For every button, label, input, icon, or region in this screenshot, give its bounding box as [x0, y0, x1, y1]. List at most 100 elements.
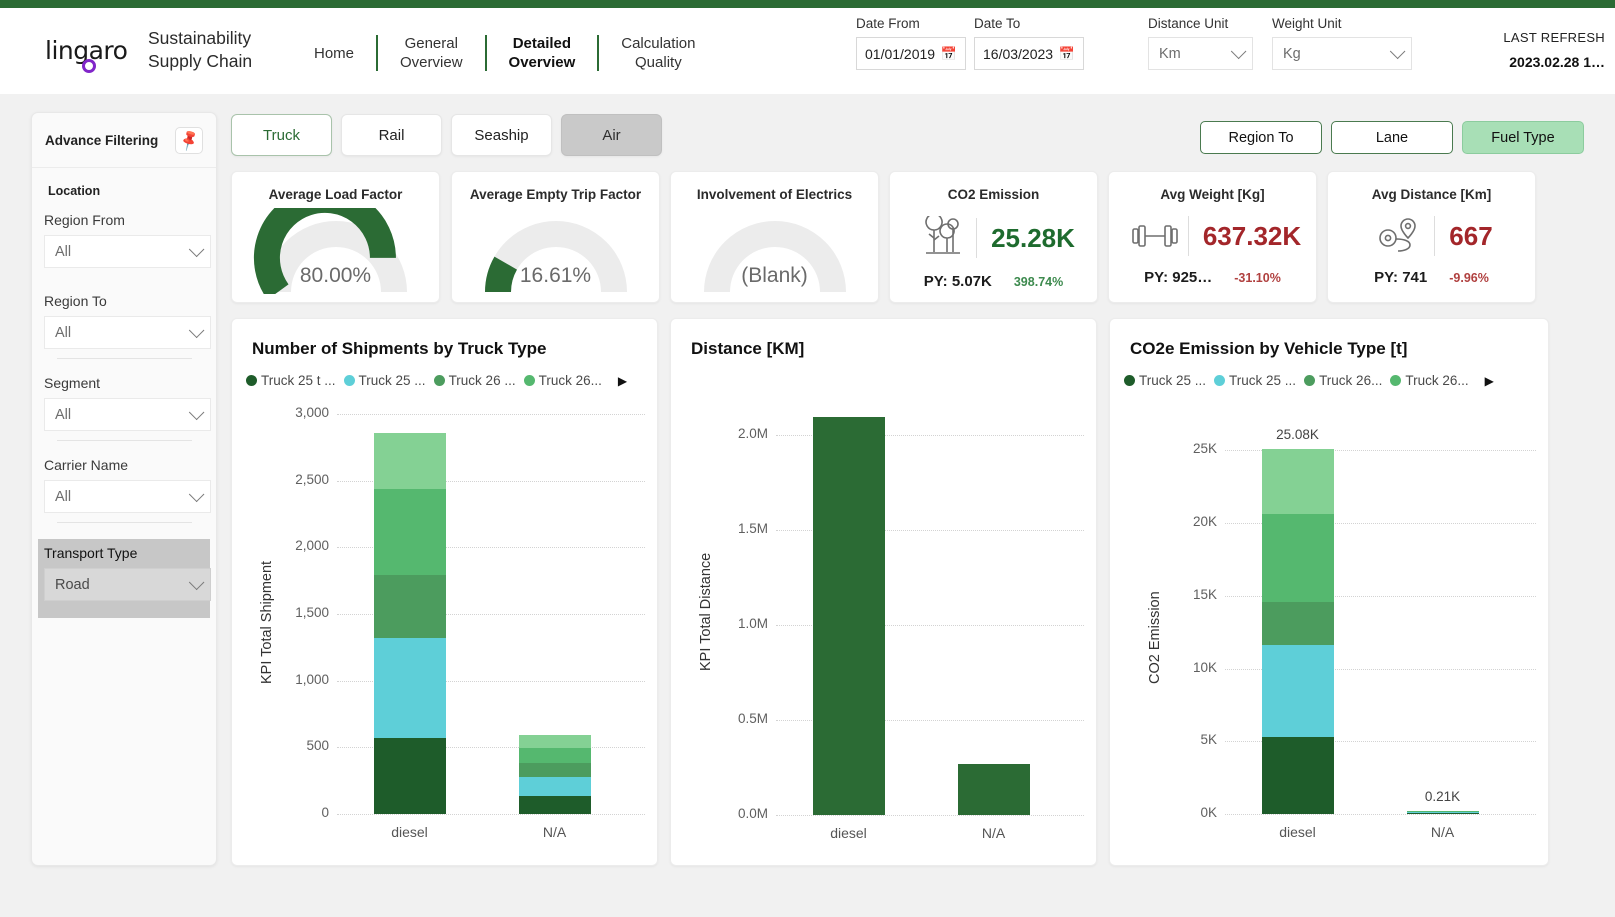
route-pin-icon: [1370, 216, 1432, 256]
x-axis-tick: diesel: [799, 825, 899, 841]
y-axis-tick: 10K: [1163, 660, 1217, 675]
calendar-icon[interactable]: 📅: [1059, 46, 1075, 62]
nav-item-home[interactable]: Home: [300, 44, 368, 63]
bar-n-a[interactable]: [1407, 811, 1479, 814]
bar-segment[interactable]: [1262, 514, 1334, 601]
plot-area: KPI Total Distance0.0M0.5M1.0M1.5M2.0Mdi…: [671, 319, 1096, 865]
bar-segment[interactable]: [1407, 813, 1479, 814]
bar-diesel[interactable]: [813, 417, 885, 815]
y-axis-tick: 0.5M: [714, 711, 768, 726]
chevron-down-icon: [1390, 44, 1406, 60]
page-root: lingaro Sustainability Supply Chain Home…: [0, 8, 1615, 917]
bar-segment[interactable]: [374, 738, 446, 814]
x-axis-tick: diesel: [360, 824, 460, 840]
bar-segment[interactable]: [374, 433, 446, 490]
bar-segment[interactable]: [1262, 602, 1334, 646]
date-from-input[interactable]: 01/01/2019 📅: [856, 37, 966, 70]
filter-select-region-from[interactable]: All: [44, 235, 211, 268]
bar-segment[interactable]: [519, 777, 591, 796]
chart-card-number-of-shipments-by-truck-type: Number of Shipments by Truck TypeTruck 2…: [231, 318, 658, 866]
dimension-button-region-to[interactable]: Region To: [1200, 121, 1322, 154]
lingaro-logo: lingaro: [45, 36, 125, 70]
spacer: [44, 277, 204, 293]
filter-select-region-to[interactable]: All: [44, 316, 211, 349]
bar-segment[interactable]: [519, 735, 591, 748]
gridline: [337, 814, 645, 815]
sidebar-section-location: Location: [48, 184, 204, 198]
y-axis-tick: 5K: [1163, 732, 1217, 747]
distance-unit-select[interactable]: Km: [1148, 37, 1253, 70]
nav-item-calculation-quality[interactable]: Calculation Quality: [607, 34, 709, 72]
y-axis-tick: 2,500: [275, 472, 329, 487]
filter-select-transport-type[interactable]: Road: [44, 568, 211, 601]
date-to-value: 16/03/2023: [983, 46, 1053, 62]
plot-area: KPI Total Shipment05001,0001,5002,0002,5…: [232, 319, 657, 865]
bar-segment[interactable]: [519, 763, 591, 777]
weight-unit-select[interactable]: Kg: [1272, 37, 1412, 70]
top-accent-bar: [0, 0, 1615, 8]
y-axis-label: KPI Total Distance: [698, 553, 714, 671]
bar-segment[interactable]: [519, 748, 591, 763]
date-from-group: Date From 01/01/2019 📅: [856, 16, 966, 70]
divider: [1188, 216, 1189, 256]
filter-label: Transport Type: [44, 545, 204, 561]
chevron-down-icon: [1231, 44, 1247, 60]
bar-data-label: 25.08K: [1253, 427, 1343, 442]
bar-diesel[interactable]: [374, 433, 446, 814]
bar-segment[interactable]: [519, 796, 591, 814]
x-axis-tick: N/A: [1393, 824, 1493, 840]
bar-diesel[interactable]: [1262, 449, 1334, 814]
filter-value: All: [55, 325, 71, 341]
date-to-input[interactable]: 16/03/2023 📅: [974, 37, 1084, 70]
dimension-button-lane[interactable]: Lane: [1331, 121, 1453, 154]
y-axis-label: KPI Total Shipment: [259, 561, 275, 684]
nav-item-general-overview[interactable]: General Overview: [386, 34, 477, 72]
gridline: [776, 815, 1084, 816]
kpi-title: CO2 Emission: [890, 187, 1097, 202]
bar-segment[interactable]: [374, 489, 446, 574]
bar-segment[interactable]: [1262, 449, 1334, 514]
bar-segment[interactable]: [374, 638, 446, 738]
tab-rail[interactable]: Rail: [341, 114, 442, 156]
advance-filtering-panel: Advance Filtering 📌 Location Region From…: [31, 112, 217, 866]
tab-air[interactable]: Air: [561, 114, 662, 156]
main-nav: Home General Overview Detailed Overview Cal…: [300, 30, 709, 76]
app-header: lingaro Sustainability Supply Chain Home…: [0, 8, 1615, 94]
bar-n-a[interactable]: [958, 764, 1030, 815]
kpi-title: Average Load Factor: [232, 187, 439, 202]
dimension-button-fuel-type[interactable]: Fuel Type: [1462, 121, 1584, 154]
filter-value: All: [55, 407, 71, 423]
date-from-label: Date From: [856, 16, 966, 31]
y-axis-tick: 20K: [1163, 514, 1217, 529]
kpi-value: 667: [1449, 221, 1492, 252]
dumbbell-icon: [1124, 221, 1186, 251]
kpi-title: Average Empty Trip Factor: [452, 187, 659, 202]
y-axis-tick: 1.5M: [714, 521, 768, 536]
bar-n-a[interactable]: [519, 735, 591, 814]
calendar-icon[interactable]: 📅: [941, 46, 957, 62]
last-refresh: LAST REFRESH 2023.02.28 1…: [1503, 30, 1605, 70]
filter-select-carrier-name[interactable]: All: [44, 480, 211, 513]
kpi-card-involvement-of-electrics: Involvement of Electrics(Blank): [670, 171, 879, 303]
kpi-card-avg-distance-km-: Avg Distance [Km]667PY: 741-9.96%: [1327, 171, 1536, 303]
bar-segment[interactable]: [374, 575, 446, 638]
weight-unit-value: Kg: [1283, 46, 1301, 62]
bar-segment[interactable]: [1262, 645, 1334, 737]
bar-segment[interactable]: [1262, 737, 1334, 814]
gauge-chart: (Blank): [671, 208, 878, 292]
nav-item-detailed-overview[interactable]: Detailed Overview: [495, 34, 590, 72]
distance-unit-value: Km: [1159, 46, 1181, 62]
y-axis-label: CO2 Emission: [1147, 591, 1163, 684]
y-axis-tick: 1,500: [275, 605, 329, 620]
tab-truck[interactable]: Truck: [231, 114, 332, 156]
y-axis-tick: 3,000: [275, 405, 329, 420]
divider: [57, 522, 192, 523]
y-axis-tick: 0.0M: [714, 806, 768, 821]
nav-separator: [485, 35, 487, 71]
pin-button[interactable]: 📌: [175, 127, 203, 154]
app-title: Sustainability Supply Chain: [148, 27, 298, 73]
distance-unit-label: Distance Unit: [1148, 16, 1253, 31]
tab-seaship[interactable]: Seaship: [451, 114, 552, 156]
filter-label: Region To: [44, 293, 204, 309]
filter-select-segment[interactable]: All: [44, 398, 211, 431]
